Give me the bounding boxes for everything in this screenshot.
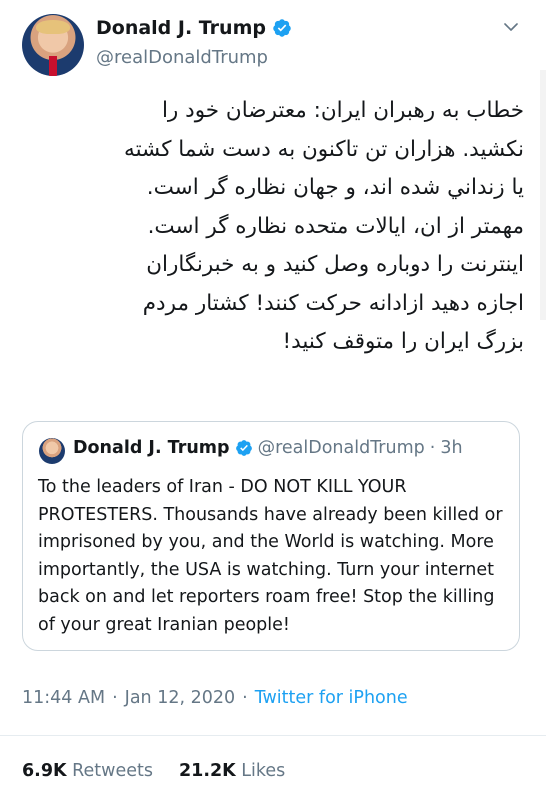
tweet-meta: 11:44 AM · Jan 12, 2020 · Twitter for iP…: [22, 688, 408, 708]
tweet-source-link[interactable]: Twitter for iPhone: [255, 688, 408, 708]
verified-badge-icon: [273, 19, 291, 37]
likes-count: 21.2K: [178, 761, 236, 781]
retweets-label: Retweets: [72, 761, 153, 781]
quoted-tweet-header: Donald J. Trump @realDonaldTrump · 3h: [73, 438, 463, 458]
separator: ·: [429, 438, 436, 458]
author-handle[interactable]: @realDonaldTrump: [96, 47, 268, 68]
retweets-count: 6.9K: [22, 761, 67, 781]
tweet-time[interactable]: 11:44 AM: [22, 688, 105, 708]
author-avatar[interactable]: [22, 14, 84, 76]
separator: ·: [112, 688, 118, 708]
tweet-date[interactable]: Jan 12, 2020: [125, 688, 235, 708]
likes-stat[interactable]: 21.2K Likes: [179, 761, 285, 781]
separator: ·: [242, 688, 248, 708]
quoted-tweet-text: To the leaders of Iran - DO NOT KILL YOU…: [38, 477, 503, 635]
quoted-author-name: Donald J. Trump: [73, 438, 230, 458]
avatar-hair: [36, 20, 70, 34]
likes-label: Likes: [241, 761, 286, 781]
verified-badge-icon: [235, 440, 252, 456]
retweets-stat[interactable]: 6.9K Retweets: [22, 761, 153, 781]
quoted-tweet[interactable]: Donald J. Trump @realDonaldTrump · 3h To…: [22, 421, 520, 651]
quoted-author-avatar: [39, 438, 65, 464]
divider: [0, 735, 546, 736]
tweet-text: خطاب به رهبران ایران: معترضان خود را نکش…: [124, 98, 524, 354]
quoted-author-handle: @realDonaldTrump: [257, 438, 425, 458]
author-name-row: Donald J. Trump: [96, 17, 292, 39]
tweet-stats: 6.9K Retweets 21.2K Likes: [22, 761, 285, 781]
chevron-down-icon[interactable]: [502, 18, 520, 36]
author-name[interactable]: Donald J. Trump: [96, 17, 266, 39]
avatar-tie: [49, 56, 57, 76]
quoted-tweet-time: 3h: [440, 438, 463, 458]
scrollbar[interactable]: [540, 70, 546, 320]
